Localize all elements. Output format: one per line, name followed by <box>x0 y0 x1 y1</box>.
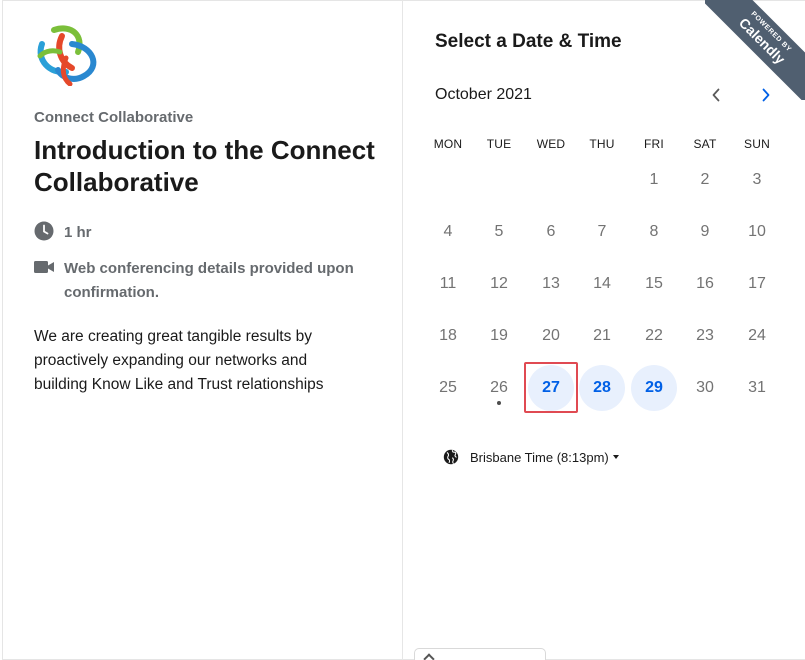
organization-name: Connect Collaborative <box>34 109 194 126</box>
day-number: 6 <box>546 223 556 240</box>
conferencing-text: Web conferencing details provided upon c… <box>64 260 354 301</box>
day-number: 25 <box>439 379 457 396</box>
connect-collaborative-logo <box>32 22 100 87</box>
day-number: 12 <box>490 275 508 292</box>
duration-text: 1 hr <box>64 224 92 241</box>
day-number: 19 <box>490 327 508 344</box>
calendar-day: 25 <box>425 365 471 411</box>
day-number: 18 <box>439 327 457 344</box>
day-number: 29 <box>645 379 663 396</box>
event-duration: 1 hr <box>34 221 92 245</box>
event-title: Introduction to the Connect Collaborativ… <box>34 135 375 197</box>
calendar-day: 1 <box>631 157 677 203</box>
calendar-day: 31 <box>734 365 780 411</box>
weekday-label: SAT <box>693 137 717 151</box>
calendar-day: 10 <box>734 209 780 255</box>
available-date-button[interactable]: 27 <box>528 365 574 411</box>
event-description: We are creating great tangible results b… <box>34 328 324 393</box>
calendar-day: 7 <box>579 209 625 255</box>
day-number: 27 <box>542 379 560 396</box>
timezone-selector[interactable]: Brisbane Time (8:13pm) <box>443 449 619 465</box>
calendar-day: 15 <box>631 261 677 307</box>
day-number: 26 <box>490 379 508 396</box>
calendar-day: 12 <box>476 261 522 307</box>
arrow-icon <box>423 653 435 660</box>
timezone-label: Brisbane Time (8:13pm) <box>470 449 609 465</box>
calendar-day: 22 <box>631 313 677 359</box>
day-number: 1 <box>649 171 659 188</box>
calendar-day: 8 <box>631 209 677 255</box>
day-number: 21 <box>593 327 611 344</box>
day-number: 8 <box>649 223 659 240</box>
calendar-day: 11 <box>425 261 471 307</box>
powered-by-badge[interactable]: POWERED BY Calendly <box>705 0 805 100</box>
day-number: 23 <box>696 327 714 344</box>
day-number: 10 <box>748 223 766 240</box>
day-number: 16 <box>696 275 714 292</box>
weekday-label: SUN <box>744 137 770 151</box>
calendar-day: 18 <box>425 313 471 359</box>
day-number: 17 <box>748 275 766 292</box>
calendar-day: 17 <box>734 261 780 307</box>
day-number: 5 <box>494 223 504 240</box>
available-date-button[interactable]: 29 <box>631 365 677 411</box>
calendar-day: 3 <box>734 157 780 203</box>
caret-down-icon <box>612 455 619 459</box>
calendar-day: 30 <box>682 365 728 411</box>
month-label: October 2021 <box>435 86 532 103</box>
day-number: 2 <box>700 171 710 188</box>
day-number: 24 <box>748 327 766 344</box>
cookie-settings-tab[interactable] <box>414 648 546 660</box>
today-indicator <box>497 401 501 405</box>
calendar-day: 5 <box>476 209 522 255</box>
available-date-button[interactable]: 28 <box>579 365 625 411</box>
globe-icon <box>443 449 459 465</box>
clock-icon <box>34 221 54 241</box>
weekday-label: MON <box>433 137 463 151</box>
calendar-day: 13 <box>528 261 574 307</box>
calendar-day: 9 <box>682 209 728 255</box>
day-number: 9 <box>700 223 710 240</box>
day-number: 20 <box>542 327 560 344</box>
event-conferencing: Web conferencing details provided upon c… <box>34 257 379 305</box>
day-number: 15 <box>645 275 663 292</box>
panel-title: Select a Date & Time <box>435 31 622 52</box>
video-camera-icon <box>34 257 54 277</box>
calendar-day: 16 <box>682 261 728 307</box>
day-number: 14 <box>593 275 611 292</box>
day-number: 7 <box>597 223 607 240</box>
weekday-label: THU <box>589 137 615 151</box>
calendar-day: 21 <box>579 313 625 359</box>
day-number: 28 <box>593 379 611 396</box>
weekday-label: TUE <box>486 137 512 151</box>
day-number: 4 <box>443 223 453 240</box>
calendar-day: 24 <box>734 313 780 359</box>
day-number: 3 <box>752 171 762 188</box>
calendar-day: 2 <box>682 157 728 203</box>
day-number: 13 <box>542 275 560 292</box>
calendar-day: 6 <box>528 209 574 255</box>
weekday-label: FRI <box>644 137 664 151</box>
calendar-day: 26 <box>476 365 522 411</box>
calendar-day: 19 <box>476 313 522 359</box>
calendar-day: 20 <box>528 313 574 359</box>
panel-divider <box>402 0 403 660</box>
day-number: 22 <box>645 327 663 344</box>
calendar-day: 14 <box>579 261 625 307</box>
weekday-label: WED <box>536 137 566 151</box>
day-number: 31 <box>748 379 766 396</box>
calendar-day: 4 <box>425 209 471 255</box>
calendar-day: 23 <box>682 313 728 359</box>
day-number: 30 <box>696 379 714 396</box>
day-number: 11 <box>439 275 457 292</box>
